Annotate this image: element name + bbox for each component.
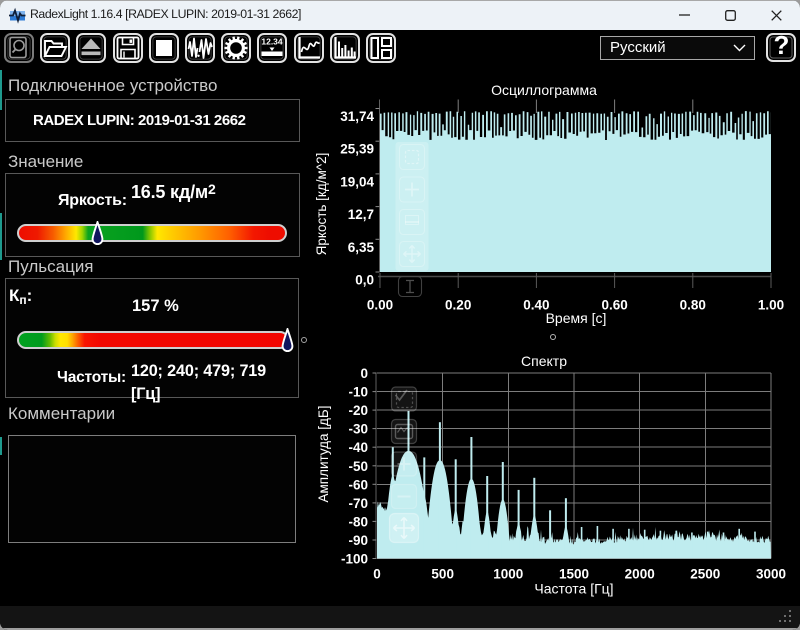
- svg-text:19,04: 19,04: [340, 174, 374, 189]
- svg-text:0.20: 0.20: [445, 298, 471, 313]
- svg-text:-100: -100: [341, 552, 368, 567]
- svg-text:-30: -30: [348, 422, 368, 437]
- svg-text:25,39: 25,39: [340, 142, 374, 157]
- svg-text:2500: 2500: [690, 567, 720, 582]
- svg-text:6,35: 6,35: [348, 240, 375, 255]
- svg-text:1000: 1000: [493, 567, 523, 582]
- svg-text:12.34: 12.34: [262, 37, 284, 47]
- svg-text:1.00: 1.00: [758, 298, 784, 313]
- svg-text:1500: 1500: [559, 567, 589, 582]
- svg-text:-90: -90: [348, 533, 368, 548]
- svg-text:-80: -80: [348, 514, 368, 529]
- svg-text:-20: -20: [348, 403, 368, 418]
- svg-text:2000: 2000: [625, 567, 655, 582]
- svg-text:Осциллограмма: Осциллограмма: [491, 82, 597, 98]
- svg-text:-70: -70: [348, 496, 368, 511]
- svg-text:0.00: 0.00: [367, 298, 393, 313]
- svg-text:Спектр: Спектр: [521, 353, 567, 369]
- svg-text:0: 0: [373, 567, 381, 582]
- svg-text:Время [с]: Время [с]: [546, 310, 607, 326]
- svg-text:-60: -60: [348, 477, 368, 492]
- svg-text:0: 0: [360, 366, 368, 381]
- svg-text:500: 500: [431, 567, 454, 582]
- svg-text:-10: -10: [348, 385, 368, 400]
- svg-text:-50: -50: [348, 459, 368, 474]
- svg-text:Амплитуда [дБ]: Амплитуда [дБ]: [316, 405, 331, 502]
- svg-text:Яркость [кд/м^2]: Яркость [кд/м^2]: [314, 153, 329, 256]
- svg-text:12,7: 12,7: [348, 207, 374, 222]
- svg-text:-40: -40: [348, 440, 368, 455]
- svg-text:Частота [Гц]: Частота [Гц]: [534, 581, 613, 597]
- svg-text:0,0: 0,0: [355, 273, 374, 288]
- svg-text:0.80: 0.80: [680, 298, 706, 313]
- svg-text:31,74: 31,74: [340, 109, 374, 124]
- svg-text:3000: 3000: [756, 567, 786, 582]
